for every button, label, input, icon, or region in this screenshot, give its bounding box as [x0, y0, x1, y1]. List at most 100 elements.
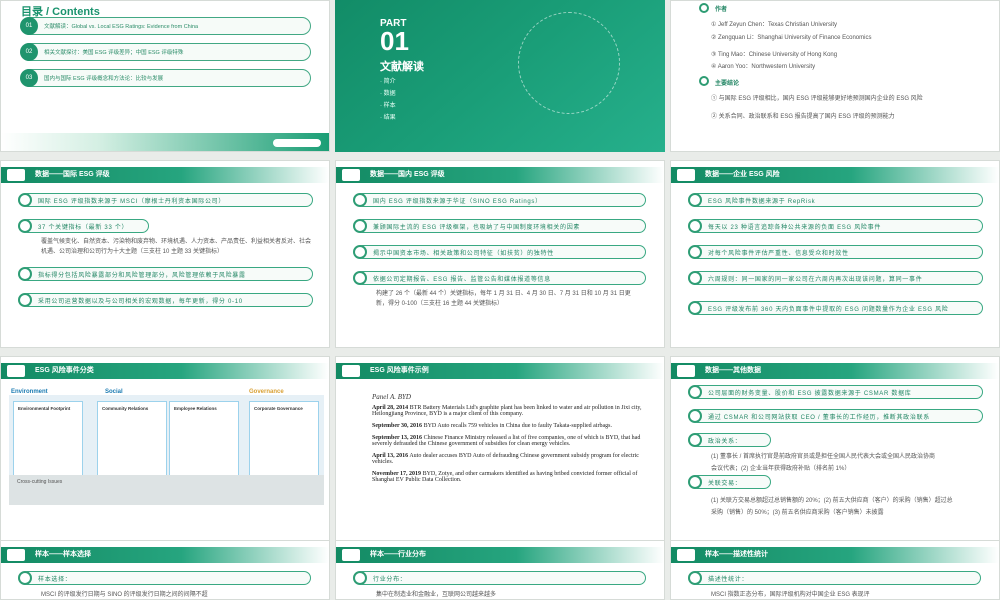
cross-cutting-panel: Cross-cutting Issues [9, 475, 324, 505]
event-date: September 30, 2016 [372, 423, 423, 429]
slide-esg-risk-categories[interactable]: ESG 风险事件分类 Environment Social Governance… [0, 356, 330, 544]
event-row: September 13, 2016 Chinese Finance Minis… [372, 435, 642, 447]
contents-text: 文献解读：Global vs. Local ESG Ratings: Evide… [44, 24, 199, 30]
bullet-dot-icon [18, 193, 32, 207]
slide-authors[interactable]: 作者 ① Jeff Zeyun Chen：Texas Christian Uni… [670, 0, 1000, 152]
bullet-label: 依据公司定期报告、ESG 报告、监管公告和媒体报道等信息 [373, 277, 551, 283]
bullet-label: 37 个关键指标（最新 33 个） [38, 225, 129, 231]
contents-num: 02 [20, 43, 38, 61]
bullet-dot-icon [353, 571, 367, 585]
slide-header: 数据——国际 ESG 评级 [1, 167, 329, 183]
event-row: April 13, 2016 Auto dealer accuses BYD A… [372, 453, 642, 465]
bullet-label: 政治关系： [708, 439, 742, 445]
bullet-dot-icon [353, 219, 367, 233]
body-text: MSCI 指数正态分布，国际评级机构对中国企业 ESG 表现评 [711, 592, 870, 598]
social-head: Social [105, 389, 123, 395]
bullet-pill: 关联交易： [688, 475, 771, 489]
env-head: Environment [11, 389, 48, 395]
conclusion-row: ① 与国际 ESG 评级相比，国内 ESG 评级能够更好地预测国内企业的 ESG… [711, 96, 923, 102]
slide-header: ESG 风险事件分类 [1, 363, 329, 379]
bullet-pill: 样本选择： [18, 571, 311, 585]
slide-title: 数据——国内 ESG 评级 [370, 171, 445, 178]
bullet-label: 兼顾国际主流的 ESG 评级框架，也吸纳了与中国制度环境相关的因素 [373, 225, 581, 231]
bullet-dot-icon [688, 219, 702, 233]
bullet-label: 行业分布： [373, 577, 407, 583]
logo-mark-icon [677, 365, 695, 377]
bullet-pill: 兼顾国际主流的 ESG 评级框架，也吸纳了与中国制度环境相关的因素 [353, 219, 646, 233]
slide-header: 样本——描述性统计 [671, 547, 999, 563]
contents-num: 01 [20, 17, 38, 35]
slide-contents[interactable]: 目录 / Contents 01 文献解读：Global vs. Local E… [0, 0, 330, 152]
bullet-pill: 对每个风险事件评估严重性、信息受众和时效性 [688, 245, 983, 259]
bullet-pill: 政治关系： [688, 433, 771, 447]
bullet-pill: 六周规则：同一国家的同一家公司在六周内再次出现该问题，算同一事件 [688, 271, 983, 285]
logo-mark-icon [677, 169, 695, 181]
panel-title: Panel A. BYD [372, 393, 411, 401]
slide-sample-selection[interactable]: 样本——样本选择 样本选择： MSCI 的评级发行日期与 SINO 的评级发行日… [0, 540, 330, 600]
box-title: Employee Relations [174, 406, 217, 411]
slide-descriptive-stats[interactable]: 样本——描述性统计 描述性统计： MSCI 指数正态分布，国际评级机构对中国企业… [670, 540, 1000, 600]
bullet-pill: 行业分布： [353, 571, 646, 585]
body-text: 会议代表；(2) 企业当年获得政府补贴（排名前 1%） [711, 466, 851, 472]
bullet-pill: 37 个关键指标（最新 33 个） [18, 219, 149, 233]
bullet-dot-icon [688, 271, 702, 285]
logo-mark-icon [342, 365, 360, 377]
bullet-pill: ESG 评级发布前 360 天内负面事件中提取的 ESG 问题数量作为企业 ES… [688, 301, 983, 315]
bullet-label: 指标得分包括风险暴露部分和风险管理部分，风险管理依赖于风险暴露 [38, 273, 246, 279]
contents-num: 03 [20, 69, 38, 87]
bullet-dot-icon [688, 193, 702, 207]
logo-mark-icon [7, 549, 25, 561]
employee-box: Employee Relations [169, 401, 239, 479]
bullet-dot-icon [688, 433, 702, 447]
part-item: · 结果 [380, 115, 396, 121]
bullet-label: 对每个风险事件评估严重性、信息受众和时效性 [708, 251, 849, 257]
part-item: · 样本 [380, 103, 396, 109]
slide-header: 数据——国内 ESG 评级 [336, 167, 664, 183]
cross-title: Cross-cutting Issues [17, 479, 63, 485]
slide-esg-risk-data[interactable]: 数据——企业 ESG 风险 ESG 风险事件数据来源于 RepRisk 每天以 … [670, 160, 1000, 348]
slide-header: 样本——样本选择 [1, 547, 329, 563]
slide-domestic-esg-data[interactable]: 数据——国内 ESG 评级 国内 ESG 评级指数来源于华证（SINO ESG … [335, 160, 665, 348]
bullet-dot-icon [688, 475, 702, 489]
bullet-label: 采用公司运营数据以及与公司相关的宏观数据，每年更新，得分 0-10 [38, 299, 243, 305]
university-logo [273, 139, 321, 147]
slide-industry-distribution[interactable]: 样本——行业分布 行业分布： 集中在制造业和金融业，互联网公司越来越多 [335, 540, 665, 600]
slide-part-01[interactable]: PART 01 文献解读 · 简介 · 数据 · 样本 · 结果 [335, 0, 665, 152]
part-item: · 简介 [380, 79, 396, 85]
bullet-label: 通过 CSMAR 和公司网站获取 CEO / 董事长的工作经历，推断其政治联系 [708, 415, 930, 421]
bullet-dot-icon [18, 571, 32, 585]
bullet-dot-icon [688, 245, 702, 259]
bullet-pill: 国内 ESG 评级指数来源于华证（SINO ESG Ratings） [353, 193, 646, 207]
slide-title: 样本——描述性统计 [705, 551, 768, 558]
bullet-pill: 指标得分包括风险暴露部分和风险管理部分，风险管理依赖于风险暴露 [18, 267, 313, 281]
contents-text: 相关文献探讨：美国 ESG 评级差异；中国 ESG 评级特殊 [44, 50, 184, 56]
event-row: September 30, 2016 BYD Auto recalls 759 … [372, 423, 642, 429]
body-text: MSCI 的评级发行日期与 SINO 的评级发行日期之间的间隔不超 [41, 592, 208, 598]
event-text: Auto dealer accuses BYD Auto of defraudi… [372, 453, 639, 465]
box-title: Corporate Governance [254, 406, 303, 411]
contents-item-3: 03 国内与国际 ESG 评级概念和方法论：比较与发展 [20, 69, 311, 87]
bullet-circle-icon [699, 3, 709, 13]
bullet-label: 国际 ESG 评级指数来源于 MSCI（摩根士丹利资本国际公司） [38, 199, 226, 205]
slide-other-data[interactable]: 数据——其他数据 公司层面的财务变量、股价和 ESG 披露数据来源于 CSMAR… [670, 356, 1000, 544]
box-title: Environmental Footprint [18, 406, 71, 411]
bullet-pill: ESG 风险事件数据来源于 RepRisk [688, 193, 983, 207]
slide-title: 样本——样本选择 [35, 551, 91, 558]
slide-esg-risk-examples[interactable]: ESG 风险事件示例 Panel A. BYD April 28, 2014 B… [335, 356, 665, 544]
bullet-label: 六周规则：同一国家的同一家公司在六周内再次出现该问题，算同一事件 [708, 277, 923, 283]
conclusion-label: 主要结论 [715, 81, 740, 87]
author-row: ④ Aaron Yoo：Northwestern University [711, 64, 816, 70]
slide-intl-esg-data[interactable]: 数据——国际 ESG 评级 国际 ESG 评级指数来源于 MSCI（摩根士丹利资… [0, 160, 330, 348]
bullet-pill: 公司层面的财务变量、股价和 ESG 披露数据来源于 CSMAR 数据库 [688, 385, 983, 399]
bullet-pill: 描述性统计： [688, 571, 981, 585]
body-text: (1) 关联方交易总额超过总销售额的 20%；(2) 前五大供应商（客户）的采购… [711, 498, 953, 504]
slide-title: 数据——其他数据 [705, 367, 761, 374]
contents-item-1: 01 文献解读：Global vs. Local ESG Ratings: Ev… [20, 17, 311, 35]
bullet-label: 关联交易： [708, 481, 742, 487]
logo-mark-icon [342, 169, 360, 181]
contents-text: 国内与国际 ESG 评级概念和方法论：比较与发展 [44, 76, 164, 82]
bullet-pill: 国际 ESG 评级指数来源于 MSCI（摩根士丹利资本国际公司） [18, 193, 313, 207]
bullet-dot-icon [353, 245, 367, 259]
author-row: ① Jeff Zeyun Chen：Texas Christian Univer… [711, 22, 837, 28]
slide-title: ESG 风险事件分类 [35, 367, 94, 374]
